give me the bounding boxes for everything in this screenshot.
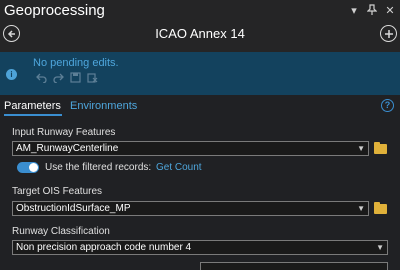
tab-environments[interactable]: Environments (70, 100, 137, 112)
runway-class-value: Non precision approach code number 4 (16, 242, 192, 253)
chevron-down-icon[interactable]: ▾ (348, 4, 360, 18)
pin-icon[interactable] (366, 4, 378, 18)
folder-icon[interactable] (374, 202, 387, 214)
input-runway-value: AM_RunwayCenterline (16, 143, 119, 154)
next-field-partial[interactable] (200, 262, 388, 270)
discard-edits-icon[interactable] (87, 72, 98, 83)
get-count-link[interactable]: Get Count (156, 162, 202, 173)
target-ois-combo[interactable]: ObstructionIdSurface_MP ▼ (12, 201, 369, 216)
edit-tools (36, 72, 98, 83)
redo-icon[interactable] (53, 72, 64, 83)
filtered-records-label: Use the filtered records: (45, 162, 152, 173)
filtered-records-toggle[interactable] (17, 162, 39, 173)
target-ois-value: ObstructionIdSurface_MP (16, 203, 131, 214)
target-ois-label: Target OIS Features (12, 186, 103, 197)
plus-icon (384, 29, 393, 38)
tool-header: ICAO Annex 14 (0, 22, 400, 52)
input-runway-combo[interactable]: AM_RunwayCenterline ▼ (12, 141, 369, 156)
edits-banner: i No pending edits. (0, 52, 400, 95)
close-icon[interactable]: ✕ (384, 4, 396, 18)
chevron-down-icon: ▼ (376, 243, 384, 252)
edits-message: No pending edits. (33, 57, 119, 69)
save-edits-icon[interactable] (70, 72, 81, 83)
runway-class-label: Runway Classification (12, 226, 110, 237)
toggle-knob (29, 163, 38, 172)
tab-strip: Parameters Environments ? (0, 95, 400, 117)
pane-controls: ▾ ✕ (348, 4, 396, 18)
tab-active-indicator (4, 114, 62, 116)
help-icon[interactable]: ? (381, 99, 394, 112)
add-button[interactable] (380, 25, 397, 42)
info-icon: i (6, 69, 17, 80)
chevron-down-icon: ▼ (357, 204, 365, 213)
runway-class-select[interactable]: Non precision approach code number 4 ▼ (12, 240, 388, 255)
input-runway-label: Input Runway Features (12, 127, 116, 138)
tool-title: ICAO Annex 14 (155, 26, 245, 41)
folder-icon[interactable] (374, 142, 387, 154)
chevron-down-icon: ▼ (357, 144, 365, 153)
pane-titlebar: Geoprocessing ▾ ✕ (0, 0, 400, 22)
pane-title: Geoprocessing (4, 2, 105, 19)
tab-parameters[interactable]: Parameters (4, 100, 61, 112)
undo-icon[interactable] (36, 72, 47, 83)
